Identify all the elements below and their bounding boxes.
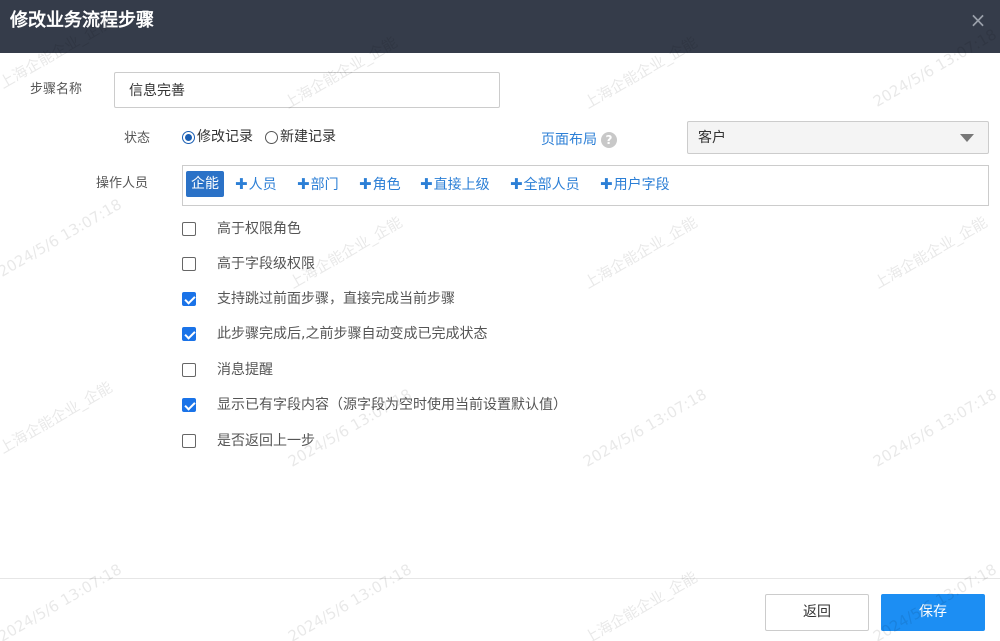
checkbox[interactable] <box>182 434 196 448</box>
watermark-timestamp: 2024/5/6 13:07:18 <box>580 385 710 471</box>
status-radio-edit[interactable]: 修改记录 <box>182 128 253 146</box>
option-label: 高于权限角色 <box>217 221 301 237</box>
add-user-field-label: 用户字段 <box>613 177 670 193</box>
radio-unselected-icon <box>265 130 278 144</box>
plus-icon: ✚ <box>235 175 248 193</box>
checkbox[interactable] <box>182 222 196 236</box>
option-auto-complete-previous[interactable]: 此步骤完成后,之前步骤自动变成已完成状态 <box>182 325 487 343</box>
dialog-header: 修改业务流程步骤 × <box>0 0 1000 53</box>
layout-label[interactable]: 页面布局 ? <box>541 131 617 149</box>
plus-icon: ✚ <box>510 175 523 193</box>
status-option-label: 新建记录 <box>280 129 336 145</box>
add-role-link[interactable]: ✚角色 <box>359 175 401 194</box>
add-user-field-link[interactable]: ✚用户字段 <box>600 175 670 194</box>
watermark-company: 上海企能企业_企能 <box>871 212 991 293</box>
layout-select-value: 客户 <box>698 130 726 146</box>
add-all-personnel-link[interactable]: ✚全部人员 <box>510 175 580 194</box>
layout-label-text: 页面布局 <box>541 132 597 148</box>
checkbox[interactable] <box>182 257 196 271</box>
checkbox-checked[interactable] <box>182 292 196 306</box>
plus-icon: ✚ <box>359 175 372 193</box>
dialog-title: 修改业务流程步骤 <box>10 10 154 31</box>
option-skip-previous-steps[interactable]: 支持跳过前面步骤，直接完成当前步骤 <box>182 290 455 308</box>
status-option-label: 修改记录 <box>197 129 253 145</box>
option-above-field-permission[interactable]: 高于字段级权限 <box>182 255 315 273</box>
operators-label: 操作人员 <box>96 176 149 191</box>
add-person-label: 人员 <box>248 177 277 193</box>
status-label: 状态 <box>124 131 151 146</box>
checkbox-checked[interactable] <box>182 398 196 412</box>
footer-divider <box>0 578 1000 579</box>
watermark-company: 上海企能企业_企能 <box>286 212 406 293</box>
option-label: 消息提醒 <box>217 362 273 378</box>
add-all-personnel-label: 全部人员 <box>523 177 580 193</box>
add-department-label: 部门 <box>310 177 339 193</box>
option-message-reminder[interactable]: 消息提醒 <box>182 361 273 379</box>
step-name-input[interactable] <box>114 72 500 108</box>
operator-tag[interactable]: 企能 <box>186 171 224 197</box>
help-icon[interactable]: ? <box>601 132 617 148</box>
add-department-link[interactable]: ✚部门 <box>297 175 339 194</box>
watermark-timestamp: 2024/5/6 13:07:18 <box>0 195 125 281</box>
status-radio-new[interactable]: 新建记录 <box>265 128 336 146</box>
watermark-timestamp: 2024/5/6 13:07:18 <box>870 385 1000 471</box>
add-direct-superior-label: 直接上级 <box>433 177 490 193</box>
back-button[interactable]: 返回 <box>765 594 869 631</box>
chevron-down-icon <box>960 134 974 142</box>
watermark-timestamp: 2024/5/6 13:07:18 <box>285 560 415 641</box>
option-label: 此步骤完成后,之前步骤自动变成已完成状态 <box>217 326 488 342</box>
save-button[interactable]: 保存 <box>881 594 985 631</box>
edit-step-dialog: 修改业务流程步骤 × 步骤名称 状态 修改记录 新建记录 页面布局 ? 客户 操… <box>0 0 1000 641</box>
watermark-company: 上海企能企业_企能 <box>581 212 701 293</box>
option-label: 高于字段级权限 <box>217 256 315 272</box>
option-allow-return-previous[interactable]: 是否返回上一步 <box>182 432 315 450</box>
option-label: 是否返回上一步 <box>217 433 315 449</box>
watermark-timestamp: 2024/5/6 13:07:18 <box>0 560 125 641</box>
layout-select[interactable]: 客户 <box>687 121 989 154</box>
checkbox[interactable] <box>182 363 196 377</box>
radio-selected-icon <box>182 130 195 144</box>
step-name-label: 步骤名称 <box>30 82 83 97</box>
option-label: 显示已有字段内容（源字段为空时使用当前设置默认值） <box>217 397 567 413</box>
operators-box[interactable]: 企能 ✚人员 ✚部门 ✚角色 ✚直接上级 ✚全部人员 ✚用户字段 <box>182 165 989 206</box>
watermark-company: 上海企能企业_企能 <box>0 377 116 458</box>
plus-icon: ✚ <box>600 175 613 193</box>
add-person-link[interactable]: ✚人员 <box>235 175 277 194</box>
add-role-label: 角色 <box>372 177 401 193</box>
add-direct-superior-link[interactable]: ✚直接上级 <box>420 175 490 194</box>
option-label: 支持跳过前面步骤，直接完成当前步骤 <box>217 291 455 307</box>
close-icon[interactable]: × <box>968 10 988 30</box>
option-show-existing-fields[interactable]: 显示已有字段内容（源字段为空时使用当前设置默认值） <box>182 396 567 414</box>
plus-icon: ✚ <box>420 175 433 193</box>
checkbox-checked[interactable] <box>182 327 196 341</box>
plus-icon: ✚ <box>297 175 310 193</box>
option-above-role-permission[interactable]: 高于权限角色 <box>182 220 301 238</box>
